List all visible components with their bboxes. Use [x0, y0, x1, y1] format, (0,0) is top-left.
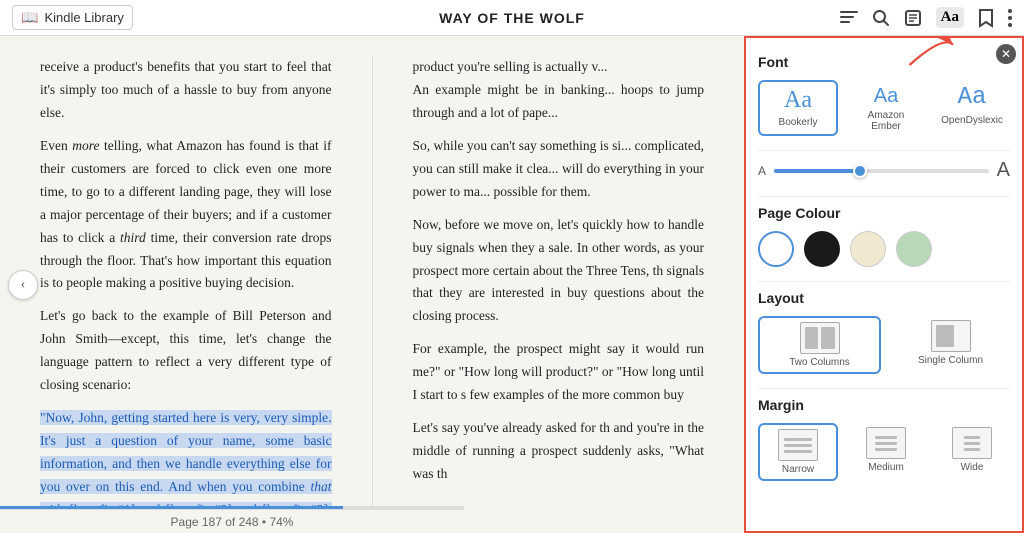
- font-section-title: Font: [758, 54, 1010, 70]
- right-page-column: product you're selling is actually v...A…: [373, 36, 745, 533]
- font-size-max-label: A: [997, 159, 1010, 182]
- layout-single-column[interactable]: Single Column: [891, 316, 1010, 374]
- two-columns-label: Two Columns: [789, 357, 850, 368]
- kindle-icon: 📖: [21, 9, 38, 26]
- search-icon[interactable]: [872, 9, 890, 27]
- notes-icon[interactable]: [904, 9, 922, 27]
- font-option-open-dyslexic[interactable]: Aa OpenDyslexic: [934, 80, 1010, 136]
- layout-section-title: Layout: [758, 290, 1010, 306]
- wide-margin-label: Wide: [961, 462, 984, 473]
- single-column-label: Single Column: [918, 355, 983, 366]
- font-settings-button[interactable]: Aa: [936, 7, 964, 28]
- medium-margin-icon: [866, 427, 906, 459]
- layout-two-columns[interactable]: Two Columns: [758, 316, 881, 374]
- page-info-text: Page 187 of 248 • 74%: [171, 515, 294, 529]
- book-area: ‹ receive a product's benefits that you …: [0, 36, 744, 533]
- divider-1: [758, 150, 1010, 151]
- colour-option-white[interactable]: [758, 231, 794, 267]
- open-dyslexic-name: OpenDyslexic: [941, 115, 1003, 126]
- panel-close-button[interactable]: ✕: [996, 44, 1016, 64]
- wide-margin-icon: [952, 427, 992, 459]
- more-options-icon[interactable]: [1008, 9, 1012, 27]
- margin-narrow[interactable]: Narrow: [758, 423, 838, 481]
- margin-section-title: Margin: [758, 397, 1010, 413]
- divider-3: [758, 281, 1010, 282]
- paragraph-2: Even more telling, what Amazon has found…: [40, 135, 332, 296]
- paragraph-1: receive a product's benefits that you st…: [40, 56, 332, 125]
- page-colour-options: [758, 231, 1010, 267]
- r-paragraph-3: Now, before we move on, let's quickly ho…: [413, 214, 705, 329]
- narrow-margin-icon: [778, 429, 818, 461]
- font-options-list: Aa Bookerly Aa Amazon Ember Aa OpenDysle…: [758, 80, 1010, 136]
- page-colour-title: Page Colour: [758, 205, 1010, 221]
- colour-option-black[interactable]: [804, 231, 840, 267]
- amazon-ember-name: Amazon Ember: [852, 110, 920, 132]
- bookerly-letter: Aa: [784, 86, 812, 115]
- prev-page-button[interactable]: ‹: [8, 270, 38, 300]
- topbar-right-icons: Aa: [840, 7, 1012, 28]
- open-dyslexic-letter: Aa: [958, 84, 987, 113]
- col-2: [821, 327, 835, 349]
- margin-medium[interactable]: Medium: [848, 423, 924, 481]
- font-size-min-label: A: [758, 164, 766, 178]
- font-option-bookerly[interactable]: Aa Bookerly: [758, 80, 838, 136]
- single-column-icon: [931, 320, 971, 352]
- bookmark-icon[interactable]: [978, 8, 994, 28]
- kindle-library-button[interactable]: 📖 Kindle Library: [12, 5, 133, 30]
- font-option-amazon-ember[interactable]: Aa Amazon Ember: [848, 80, 924, 136]
- r-paragraph-2: So, while you can't say something is si.…: [413, 135, 705, 204]
- divider-2: [758, 196, 1010, 197]
- menu-icon[interactable]: [840, 11, 858, 25]
- font-settings-panel: ✕ Font Aa Bookerly Aa Amazon Ember Aa Op…: [744, 36, 1024, 533]
- medium-margin-label: Medium: [868, 462, 904, 473]
- main-content: ‹ receive a product's benefits that you …: [0, 36, 1024, 533]
- divider-4: [758, 388, 1010, 389]
- kindle-library-label: Kindle Library: [44, 10, 124, 25]
- bookerly-name: Bookerly: [779, 117, 818, 128]
- single-col: [936, 325, 954, 347]
- two-columns-icon: [800, 322, 840, 354]
- r-paragraph-4: For example, the prospect might say it w…: [413, 338, 705, 407]
- colour-option-sepia[interactable]: [850, 231, 886, 267]
- col-1: [805, 327, 819, 349]
- font-size-row: A A: [758, 159, 1010, 182]
- topbar: 📖 Kindle Library WAY OF THE WOLF: [0, 0, 1024, 36]
- r-paragraph-5: Let's say you've already asked for th an…: [413, 417, 705, 486]
- colour-option-green[interactable]: [896, 231, 932, 267]
- amazon-ember-letter: Aa: [874, 84, 898, 108]
- layout-options-list: Two Columns Single Column: [758, 316, 1010, 374]
- left-page-column: receive a product's benefits that you st…: [0, 36, 372, 533]
- paragraph-3: Let's go back to the example of Bill Pet…: [40, 305, 332, 397]
- font-size-slider-track: [774, 169, 989, 173]
- narrow-margin-label: Narrow: [782, 464, 814, 475]
- margin-wide[interactable]: Wide: [934, 423, 1010, 481]
- page-info-bar: Page 187 of 248 • 74%: [0, 509, 464, 533]
- book-title: WAY OF THE WOLF: [439, 10, 585, 26]
- r-paragraph-1: product you're selling is actually v...A…: [413, 56, 705, 125]
- margin-options-list: Narrow Medium Wide: [758, 423, 1010, 481]
